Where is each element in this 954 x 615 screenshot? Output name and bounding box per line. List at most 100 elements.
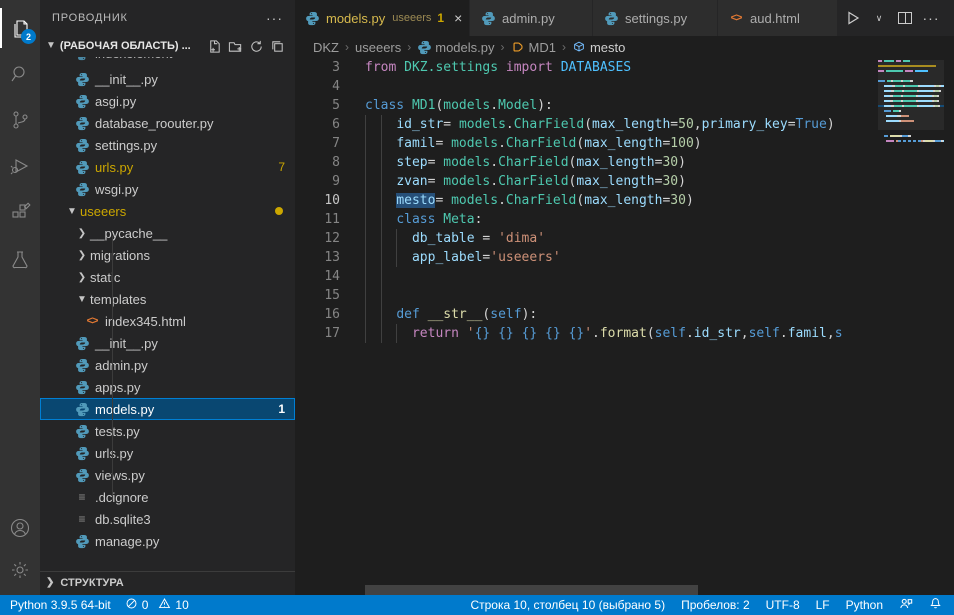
status-cursor-position[interactable]: Строка 10, столбец 10 (выбрано 5): [470, 598, 665, 612]
code-line-9[interactable]: 9 zvan= models.CharField(max_length=30): [295, 172, 954, 191]
horizontal-scrollbar[interactable]: [365, 585, 698, 595]
tree-file-urls.py[interactable]: urls.py: [40, 442, 295, 464]
source-control-icon[interactable]: [0, 100, 40, 140]
breadcrumb-item-MD1[interactable]: MD1: [511, 40, 556, 55]
tree-folder-migrations[interactable]: ❯migrations: [40, 244, 295, 266]
tab-admin.py[interactable]: admin.py: [470, 0, 593, 36]
settings-gear-icon[interactable]: [0, 550, 40, 590]
breadcrumb-item-useeers[interactable]: useeers: [355, 40, 401, 55]
code-line-16[interactable]: 16 def __str__(self):: [295, 305, 954, 324]
tree-folder-templates[interactable]: ▼templates: [40, 288, 295, 310]
explorer-icon[interactable]: 2: [0, 8, 40, 48]
workspace-section-header[interactable]: ▼ (РАБОЧАЯ ОБЛАСТЬ) ...: [40, 35, 295, 57]
status-python-interpreter[interactable]: Python 3.9.5 64-bit: [10, 598, 111, 612]
close-icon[interactable]: ×: [454, 10, 462, 26]
status-encoding[interactable]: UTF-8: [766, 598, 800, 612]
tree-item-label: settings.py: [95, 138, 157, 153]
breadcrumb-item-DKZ[interactable]: DKZ: [313, 40, 339, 55]
tree-folder-__pycache__[interactable]: ❯__pycache__: [40, 222, 295, 244]
status-language-mode[interactable]: Python: [846, 598, 883, 612]
breadcrumb-item-mesto[interactable]: mesto: [572, 40, 625, 55]
editor-more-actions-icon[interactable]: ···: [920, 7, 942, 29]
split-editor-icon[interactable]: [894, 7, 916, 29]
tree-file-wsgi.py[interactable]: wsgi.py: [40, 178, 295, 200]
run-dropdown-icon[interactable]: ∨: [868, 7, 890, 29]
new-folder-icon[interactable]: [228, 39, 243, 54]
tree-file-__init__.py[interactable]: __init__.py: [40, 332, 295, 354]
file-file-icon: ≡: [74, 511, 90, 527]
status-feedback-icon[interactable]: [899, 597, 913, 614]
explorer-more-actions-icon[interactable]: ···: [266, 10, 283, 26]
tree-file-admin.py[interactable]: admin.py: [40, 354, 295, 376]
run-debug-icon[interactable]: [0, 146, 40, 186]
tree-item-label: migrations: [90, 248, 150, 263]
code-editor[interactable]: 3from DKZ.settings import DATABASES45cla…: [295, 58, 954, 595]
tree-item-label: asgi.py: [95, 94, 136, 109]
code-line-3[interactable]: 3from DKZ.settings import DATABASES: [295, 58, 954, 77]
tree-file-index345.html[interactable]: <> index345.html: [40, 310, 295, 332]
tree-file-settings.py[interactable]: settings.py: [40, 134, 295, 156]
tree-file-__init__.py[interactable]: __init__.py: [40, 68, 295, 90]
status-problems[interactable]: 010: [125, 597, 189, 613]
code-line-17[interactable]: 17 return '{} {} {} {} {}'.format(self.i…: [295, 324, 954, 343]
tree-file-asgi.py[interactable]: asgi.py: [40, 90, 295, 112]
code-line-12[interactable]: 12 db_table = 'dima': [295, 229, 954, 248]
tree-file-views.py[interactable]: views.py: [40, 464, 295, 486]
tree-file-urls.py[interactable]: urls.py 7: [40, 156, 295, 178]
new-file-icon[interactable]: [207, 39, 222, 54]
py-file-icon: [603, 10, 619, 26]
tree-folder-useeers[interactable]: ▼useeers: [40, 200, 295, 222]
chevron-down-icon: ▼: [64, 206, 80, 217]
line-content: return '{} {} {} {} {}'.format(self.id_s…: [365, 324, 843, 343]
code-line-6[interactable]: 6 id_str= models.CharField(max_length=50…: [295, 115, 954, 134]
code-line-13[interactable]: 13 app_label='useeers': [295, 248, 954, 267]
line-content: class MD1(models.Model):: [365, 96, 553, 115]
html-file-icon: <>: [84, 313, 100, 329]
code-line-15[interactable]: 15: [295, 286, 954, 305]
tree-folder-static[interactable]: ❯static: [40, 266, 295, 288]
tree-item-label: views.py: [95, 468, 145, 483]
tree-file-database_roouter.py[interactable]: database_roouter.py: [40, 112, 295, 134]
tree-file-tests.py[interactable]: tests.py: [40, 420, 295, 442]
status-notifications-icon[interactable]: [929, 597, 942, 613]
code-line-4[interactable]: 4: [295, 77, 954, 96]
tree-item-label: models.py: [95, 402, 154, 417]
code-line-7[interactable]: 7 famil= models.CharField(max_length=100…: [295, 134, 954, 153]
outline-section-header[interactable]: ❯ СТРУКТУРА: [40, 571, 295, 593]
tree-file-models.py[interactable]: models.py1: [40, 398, 295, 420]
breadcrumb-separator: ›: [562, 40, 566, 54]
extensions-icon[interactable]: [0, 192, 40, 232]
tree-item-label: urls.py: [95, 160, 133, 175]
tab-aud.html[interactable]: <>aud.html: [718, 0, 838, 36]
problems-badge: 7: [278, 160, 285, 174]
code-line-14[interactable]: 14: [295, 267, 954, 286]
search-icon[interactable]: [0, 54, 40, 94]
tab-settings.py[interactable]: settings.py: [593, 0, 718, 36]
code-line-5[interactable]: 5class MD1(models.Model):: [295, 96, 954, 115]
py-file-icon: [74, 93, 90, 109]
tab-models.py[interactable]: models.pyuseeers1×: [295, 0, 470, 36]
run-button[interactable]: [842, 7, 864, 29]
status-indentation[interactable]: Пробелов: 2: [681, 598, 750, 612]
code-line-10[interactable]: 10 mesto= models.CharField(max_length=30…: [295, 191, 954, 210]
tree-item-label: index345.html: [105, 314, 186, 329]
account-icon[interactable]: [0, 508, 40, 548]
code-line-11[interactable]: 11 class Meta:: [295, 210, 954, 229]
tree-item-label: apps.py: [95, 380, 141, 395]
tree-item-label: admin.py: [95, 358, 148, 373]
line-content: id_str= models.CharField(max_length=50,p…: [365, 115, 835, 134]
breadcrumb-item-models.py[interactable]: models.py: [417, 40, 494, 55]
collapse-all-icon[interactable]: [270, 39, 285, 54]
line-content: step= models.CharField(max_length=30): [365, 153, 686, 172]
breadcrumb-label: MD1: [529, 40, 556, 55]
minimap[interactable]: [878, 60, 944, 170]
tree-file-.dcignore[interactable]: ≡.dcignore: [40, 486, 295, 508]
tree-file-manage.py[interactable]: manage.py: [40, 530, 295, 552]
testing-icon[interactable]: [0, 240, 40, 280]
refresh-icon[interactable]: [249, 39, 264, 54]
status-eol[interactable]: LF: [816, 598, 830, 612]
code-line-8[interactable]: 8 step= models.CharField(max_length=30): [295, 153, 954, 172]
tree-file-indexelement[interactable]: indexelement: [40, 57, 295, 68]
tree-file-apps.py[interactable]: apps.py: [40, 376, 295, 398]
tree-file-db.sqlite3[interactable]: ≡db.sqlite3: [40, 508, 295, 530]
